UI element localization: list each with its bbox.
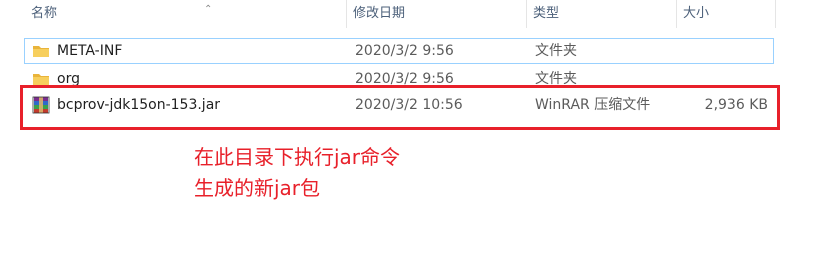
folder-icon (33, 74, 49, 85)
column-header-name[interactable]: ⌃ 名称 (24, 0, 346, 28)
file-row-org[interactable]: org 2020/3/2 9:56 文件夹 (24, 66, 774, 92)
file-name: META-INF (57, 43, 123, 59)
winrar-archive-icon (32, 96, 50, 114)
file-type: 文件夹 (535, 71, 577, 87)
column-header-size-label: 大小 (683, 6, 710, 21)
file-date: 2020/3/2 9:56 (355, 71, 454, 87)
file-name: bcprov-jdk15on-153.jar (57, 97, 221, 113)
folder-icon (33, 46, 49, 57)
file-type: 文件夹 (535, 43, 577, 59)
column-header-name-label: 名称 (31, 6, 58, 21)
sort-up-icon: ⌃ (204, 4, 213, 15)
column-header-date-label: 修改日期 (353, 6, 406, 21)
column-header-date[interactable]: 修改日期 (346, 0, 526, 28)
file-size: 2,936 KB (704, 97, 768, 113)
file-name: org (57, 71, 80, 87)
file-explorer-view: ⌃ 名称 修改日期 类型 大小 META-INF 2020/3/2 9:56 文… (0, 0, 821, 258)
file-row-bcprov-jar[interactable]: bcprov-jdk15on-153.jar 2020/3/2 10:56 Wi… (24, 92, 774, 118)
column-header-type-label: 类型 (533, 6, 560, 21)
annotation-line-1: 在此目录下执行jar命令 (194, 145, 401, 169)
annotation-line-2: 生成的新jar包 (194, 176, 321, 200)
column-header-type[interactable]: 类型 (526, 0, 676, 28)
file-type: WinRAR 压缩文件 (535, 97, 651, 113)
column-header-bar: ⌃ 名称 修改日期 类型 大小 (0, 0, 778, 30)
file-row-meta-inf[interactable]: META-INF 2020/3/2 9:56 文件夹 (24, 38, 774, 64)
header-divider (775, 0, 776, 28)
file-date: 2020/3/2 10:56 (355, 97, 463, 113)
column-header-size[interactable]: 大小 (676, 0, 776, 28)
file-date: 2020/3/2 9:56 (355, 43, 454, 59)
